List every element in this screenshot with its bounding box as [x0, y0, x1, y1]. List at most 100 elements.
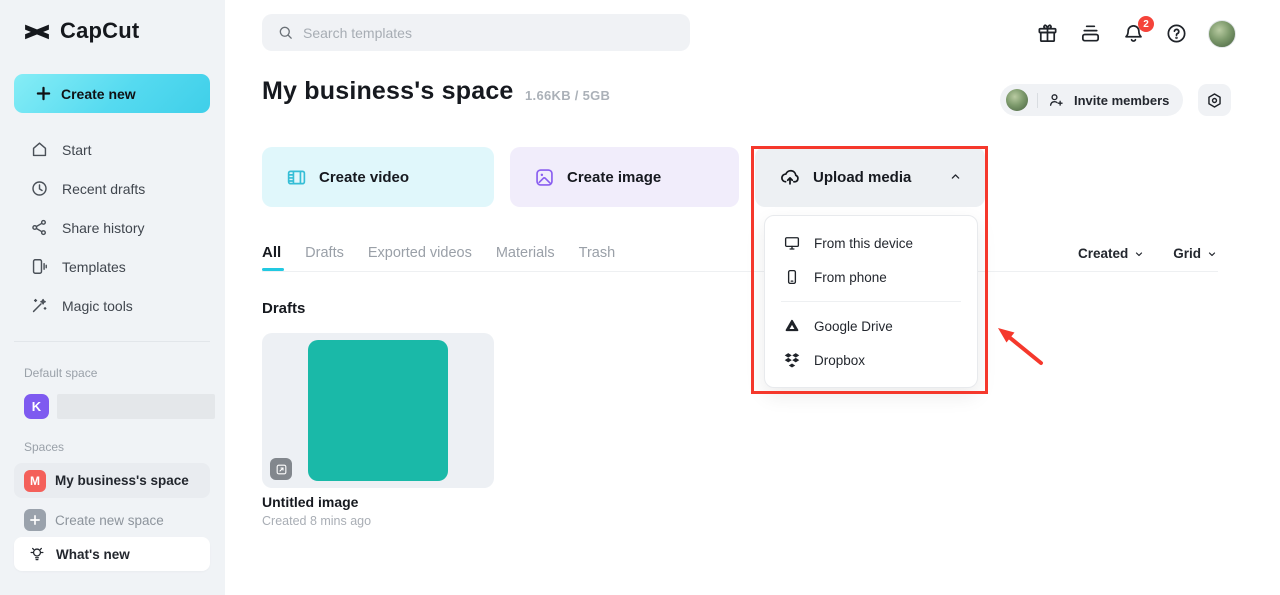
space-avatar: M: [24, 469, 46, 492]
share-icon: [30, 218, 49, 237]
google-drive-icon: [783, 317, 801, 335]
content-tabs: All Drafts Exported videos Materials Tra…: [262, 244, 615, 271]
cloud-upload-icon: [779, 166, 801, 188]
sidebar-divider: [14, 341, 210, 342]
capcut-logo: CapCut: [22, 18, 139, 44]
sidebar-item-label: Start: [62, 141, 92, 158]
menu-item-label: Dropbox: [814, 352, 866, 368]
notification-bell-icon[interactable]: 2: [1122, 16, 1154, 46]
topbar-icons: 2: [1036, 16, 1236, 48]
menu-item-label: From phone: [814, 269, 887, 285]
spaces-label: Spaces: [24, 440, 65, 454]
invite-members-label: Invite members: [1074, 92, 1170, 108]
monitor-icon: [783, 234, 801, 252]
tab-drafts[interactable]: Drafts: [305, 245, 344, 271]
settings-nut-icon: [1205, 91, 1224, 110]
upload-media-menu: From this device From phone Google Drive…: [764, 215, 978, 388]
view-mode-dropdown[interactable]: Grid: [1173, 246, 1218, 261]
menu-item-google-drive[interactable]: Google Drive: [765, 309, 977, 343]
user-avatar[interactable]: [1208, 20, 1236, 48]
search-input[interactable]: [303, 14, 690, 51]
menu-item-label: From this device: [814, 235, 914, 251]
tab-all[interactable]: All: [262, 244, 285, 271]
search-icon: [277, 24, 294, 41]
space-name: My business's space: [55, 473, 189, 488]
menu-item-from-phone[interactable]: From phone: [765, 260, 977, 294]
default-space-avatar: K: [24, 394, 49, 419]
whats-new-button[interactable]: What's new: [14, 537, 210, 571]
brand-name: CapCut: [60, 18, 140, 43]
page-title: My business's space: [262, 77, 514, 105]
default-space-label: Default space: [24, 366, 98, 380]
view-mode-label: Grid: [1173, 246, 1201, 261]
pill-divider: [1037, 92, 1038, 108]
whats-new-label: What's new: [56, 546, 130, 562]
chevron-down-icon: [1133, 248, 1145, 260]
create-new-button[interactable]: Create new: [14, 74, 210, 113]
plus-icon: [36, 86, 51, 101]
templates-icon: [30, 257, 49, 276]
clock-icon: [30, 179, 49, 198]
phone-icon: [783, 268, 801, 286]
chevron-down-icon: [1206, 248, 1218, 260]
home-icon: [30, 140, 49, 159]
draft-created-time: Created 8 mins ago: [262, 514, 372, 528]
sidebar-item-label: Share history: [62, 219, 145, 236]
person-plus-icon: [1047, 91, 1065, 109]
storage-usage: 1.66KB / 5GB: [525, 88, 611, 103]
sidebar-item-label: Magic tools: [62, 297, 133, 314]
menu-divider: [781, 301, 961, 302]
image-type-badge-icon: [270, 458, 292, 480]
menu-item-dropbox[interactable]: Dropbox: [765, 343, 977, 377]
upload-media-button[interactable]: Upload media: [755, 147, 985, 207]
draft-card[interactable]: [262, 333, 494, 488]
create-new-label: Create new: [61, 85, 136, 102]
plus-icon: [24, 509, 46, 531]
tab-trash[interactable]: Trash: [579, 245, 616, 271]
member-avatar: [1006, 89, 1028, 111]
draft-title: Untitled image: [262, 494, 359, 510]
chevron-up-icon: [948, 169, 963, 184]
menu-item-label: Google Drive: [814, 318, 893, 334]
image-icon: [534, 167, 555, 188]
create-video-button[interactable]: Create video: [262, 147, 494, 207]
sidebar: CapCut Create new Start Recent drafts Sh…: [0, 0, 225, 595]
upload-media-label: Upload media: [813, 168, 912, 186]
create-image-button[interactable]: Create image: [510, 147, 739, 207]
sidebar-item-recent-drafts[interactable]: Recent drafts: [0, 169, 225, 208]
capcut-logo-icon: [22, 20, 52, 42]
annotation-arrow: [988, 320, 1050, 372]
sidebar-item-my-business-space[interactable]: M My business's space: [14, 463, 210, 498]
tabs-divider: [262, 271, 1218, 272]
default-space-item[interactable]: K: [24, 394, 215, 419]
tab-materials[interactable]: Materials: [496, 245, 555, 271]
view-controls: Created Grid: [1078, 246, 1218, 261]
gift-icon[interactable]: [1036, 22, 1060, 46]
help-icon[interactable]: [1165, 22, 1189, 46]
menu-item-from-this-device[interactable]: From this device: [765, 226, 977, 260]
storage-tray-icon[interactable]: [1079, 22, 1103, 46]
capcut-workspace: CapCut Create new Start Recent drafts Sh…: [0, 0, 1280, 595]
sidebar-nav: Start Recent drafts Share history Templa…: [0, 130, 225, 325]
create-new-space-button[interactable]: Create new space: [24, 507, 164, 533]
magic-wand-icon: [30, 296, 49, 315]
notification-badge: 2: [1138, 16, 1154, 32]
sort-dropdown[interactable]: Created: [1078, 246, 1145, 261]
dropbox-icon: [783, 351, 801, 369]
create-image-label: Create image: [567, 168, 662, 186]
default-space-name-redacted: [57, 394, 215, 419]
tab-exported-videos[interactable]: Exported videos: [368, 245, 472, 271]
draft-thumbnail: [308, 340, 448, 481]
sidebar-item-share-history[interactable]: Share history: [0, 208, 225, 247]
create-video-label: Create video: [319, 168, 410, 186]
sidebar-item-magic-tools[interactable]: Magic tools: [0, 286, 225, 325]
sidebar-item-templates[interactable]: Templates: [0, 247, 225, 286]
film-icon: [286, 167, 307, 188]
sidebar-item-start[interactable]: Start: [0, 130, 225, 169]
sidebar-item-label: Recent drafts: [62, 180, 146, 197]
sort-label: Created: [1077, 246, 1129, 261]
drafts-section-heading: Drafts: [262, 300, 306, 317]
sidebar-item-label: Templates: [62, 258, 126, 275]
invite-members-button[interactable]: Invite members: [1000, 84, 1184, 116]
space-settings-button[interactable]: [1198, 84, 1231, 116]
